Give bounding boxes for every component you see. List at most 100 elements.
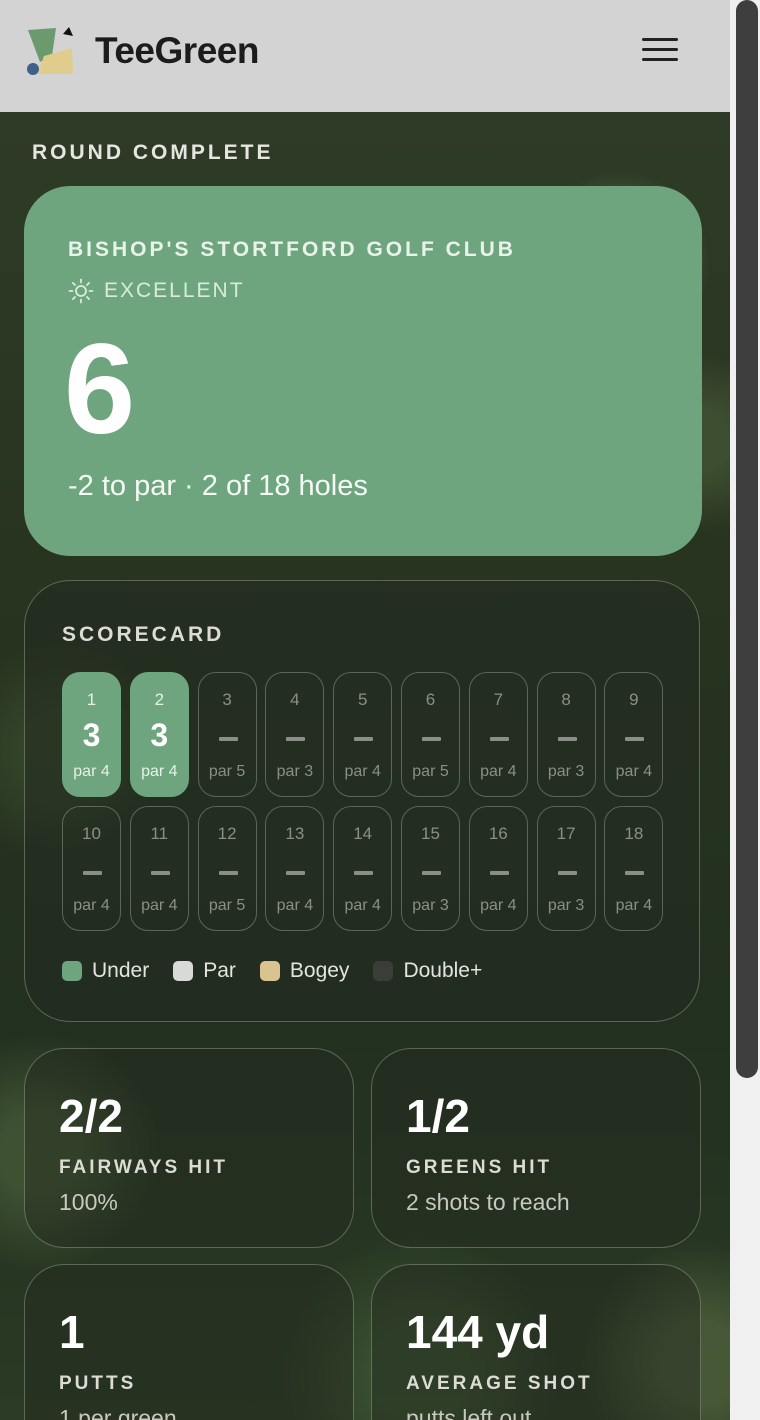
putts-value: 1: [59, 1306, 85, 1358]
no-score-dash: [83, 871, 102, 875]
hole-par: par 5: [208, 763, 246, 780]
legend-item-par: Par: [173, 959, 236, 983]
hole-tile-2[interactable]: 2 3 par 4: [129, 672, 189, 797]
weather-condition: EXCELLENT: [104, 279, 245, 302]
hole-number: 6: [425, 690, 436, 709]
hole-number: 12: [217, 824, 237, 843]
round-summary-card: BISHOP'S STORTFORD GOLF CLUB EXCELLENT 6…: [24, 186, 702, 556]
legend-label: Under: [92, 959, 150, 982]
putts-sub: 1 per green: [59, 1405, 177, 1420]
hole-par: par 4: [73, 763, 110, 780]
hole-tile-17[interactable]: 17 par 3: [536, 806, 596, 931]
no-score-dash: [286, 737, 306, 741]
legend-swatch: [259, 961, 280, 981]
fairways-sub: 100%: [59, 1189, 118, 1215]
fairways-label: FAIRWAYS HIT: [59, 1157, 229, 1178]
hole-strokes: 3: [82, 717, 101, 753]
legend-swatch: [373, 961, 394, 981]
no-score-dash: [557, 737, 577, 741]
hole-tile-11[interactable]: 11 par 4: [129, 806, 189, 931]
hole-number: 7: [493, 690, 504, 709]
hole-tile-7[interactable]: 7 par 4: [468, 672, 528, 797]
no-score-dash: [422, 871, 441, 875]
hole-tile-10[interactable]: 10 par 4: [62, 806, 121, 931]
hole-par: par 4: [141, 763, 178, 780]
hole-tile-14[interactable]: 14 par 4: [333, 806, 393, 931]
hamburger-menu-icon[interactable]: [642, 38, 678, 66]
hole-number: 17: [556, 824, 576, 843]
hole-tile-5[interactable]: 5 par 4: [333, 672, 393, 797]
hole-tile-8[interactable]: 8 par 3: [536, 672, 596, 797]
hole-tile-16[interactable]: 16 par 4: [468, 806, 528, 931]
greens-sub: 2 shots to reach: [406, 1189, 570, 1215]
hole-number: 9: [629, 690, 639, 709]
hole-number: 8: [561, 690, 571, 709]
legend-label: Par: [203, 959, 236, 982]
no-score-dash: [422, 737, 441, 741]
hole-tile-6[interactable]: 6 par 5: [401, 672, 460, 797]
hole-par: par 4: [344, 763, 381, 780]
hole-par: par 3: [547, 763, 585, 780]
fairways-value: 2/2: [59, 1090, 123, 1142]
weather-row: EXCELLENT: [68, 278, 245, 304]
hole-par: par 5: [208, 897, 246, 914]
hole-number: 1: [86, 690, 97, 709]
no-score-dash: [489, 871, 509, 875]
no-score-dash: [218, 871, 238, 875]
legend-label: Bogey: [289, 959, 350, 982]
legend-item-under: Under: [62, 959, 149, 983]
hole-number: 5: [357, 690, 368, 709]
hole-par: par 3: [547, 897, 585, 914]
legend-item-bogey: Bogey: [259, 959, 350, 983]
legend-label: Double+: [403, 959, 483, 982]
average-shot-stat-card: 144 yd AVERAGE SHOT putts left out: [371, 1264, 701, 1420]
hole-number: 16: [488, 824, 508, 843]
legend-item-double: Double+: [373, 959, 482, 983]
score-summary: -2 to par · 2 of 18 holes: [68, 470, 368, 502]
club-name: BISHOP'S STORTFORD GOLF CLUB: [68, 238, 516, 261]
no-score-dash: [489, 737, 509, 741]
average-shot-value: 144 yd: [406, 1306, 550, 1358]
greens-value: 1/2: [406, 1090, 470, 1142]
no-score-dash: [354, 871, 374, 875]
no-score-dash: [218, 737, 238, 741]
hole-par: par 4: [615, 763, 653, 780]
hole-number: 11: [150, 824, 169, 843]
no-score-dash: [150, 871, 170, 875]
legend-swatch: [173, 961, 194, 981]
hole-number: 13: [285, 824, 305, 843]
hole-strokes: 3: [150, 717, 169, 753]
hole-tile-9[interactable]: 9 par 4: [604, 672, 664, 797]
scrollbar-thumb[interactable]: [736, 0, 758, 1078]
hole-number: 18: [624, 824, 644, 843]
hole-tile-13[interactable]: 13 par 4: [265, 806, 325, 931]
brand-name[interactable]: TeeGreen: [95, 30, 259, 72]
putts-stat-card: 1 PUTTS 1 per green: [24, 1264, 354, 1420]
hole-par: par 4: [480, 897, 517, 914]
hole-par: par 4: [276, 897, 314, 914]
no-score-dash: [354, 737, 374, 741]
no-score-dash: [557, 871, 577, 875]
greens-stat-card: 1/2 GREENS HIT 2 shots to reach: [371, 1048, 701, 1248]
hole-par: par 4: [73, 897, 110, 914]
hole-number: 2: [154, 690, 165, 709]
hole-par: par 4: [480, 763, 517, 780]
hole-number: 3: [222, 690, 232, 709]
hole-tile-3[interactable]: 3 par 5: [197, 672, 257, 797]
teegreen-logo-icon[interactable]: [26, 26, 74, 76]
hole-par: par 4: [141, 897, 178, 914]
top-bar: TeeGreen: [0, 0, 730, 112]
score-legend: Under Par Bogey Double+: [62, 959, 506, 983]
greens-label: GREENS HIT: [406, 1157, 553, 1178]
average-shot-sub: putts left out: [406, 1405, 532, 1420]
no-score-dash: [625, 737, 645, 741]
hole-tile-18[interactable]: 18 par 4: [604, 806, 664, 931]
no-score-dash: [286, 871, 306, 875]
hole-tile-12[interactable]: 12 par 5: [197, 806, 257, 931]
hole-par: par 3: [276, 763, 314, 780]
sun-icon: [68, 278, 94, 304]
hole-tile-1[interactable]: 1 3 par 4: [62, 672, 121, 797]
hole-tile-4[interactable]: 4 par 3: [265, 672, 325, 797]
hole-tile-15[interactable]: 15 par 3: [401, 806, 460, 931]
scorecard-panel: SCORECARD 1 3 par 4 2 3 par 4 3 par 5 4 par 3 5 par…: [24, 580, 700, 1022]
